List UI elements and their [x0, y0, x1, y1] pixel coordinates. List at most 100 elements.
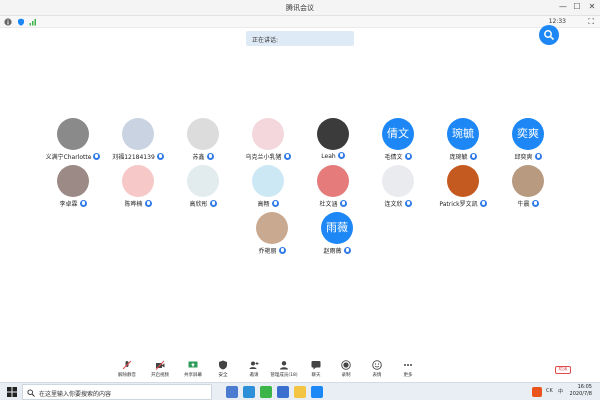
avatar [252, 118, 284, 150]
participant-tile[interactable]: 陈晔楠 [102, 165, 174, 209]
toolbar-mic-muted-button[interactable]: 解除静音 [112, 360, 142, 378]
participant-name-text: 乔艳丽 [258, 248, 277, 255]
participant-name: 乔艳丽 [236, 246, 308, 255]
shield-icon [219, 360, 227, 370]
search-icon [27, 389, 35, 397]
toolbar-label: 聊天 [311, 373, 321, 378]
taskbar-clock[interactable]: 16:05 2020/7/8 [570, 384, 592, 398]
mic-icon [339, 200, 347, 207]
avatar [512, 165, 544, 197]
participant-tile[interactable]: 李卓霖 [37, 165, 109, 209]
participant-tile[interactable]: 高欣彤 [167, 165, 239, 209]
toolbar-invite-button[interactable]: 邀请 [239, 360, 269, 378]
participant-tile[interactable]: 义满宁Charlotte [37, 118, 109, 162]
participant-name: 刘福12184139 [102, 152, 174, 161]
toolbar-label: 解除静音 [118, 373, 136, 378]
members-icon [280, 361, 288, 370]
minimize-button[interactable]: — [556, 2, 570, 11]
search-button[interactable] [539, 25, 559, 45]
participant-tile[interactable]: 高畅 [232, 165, 304, 209]
mic-icon [534, 153, 542, 160]
participant-name: 苏鑫 [167, 152, 239, 161]
participant-tile[interactable]: 琬毓 庞琬毓 [427, 118, 499, 162]
mic-icon [144, 200, 152, 207]
participant-tile[interactable]: 乔艳丽 [236, 212, 308, 256]
window-titlebar: 腾讯会议 — ☐ ✕ [0, 0, 600, 16]
app-icon[interactable] [277, 386, 289, 398]
mic-icon [156, 153, 164, 160]
avatar [256, 212, 288, 244]
toolbar-label: 管理成员(18) [270, 373, 298, 378]
close-button[interactable]: ✕ [585, 2, 599, 11]
toolbar-chat-button[interactable]: 聊天 [301, 360, 331, 378]
participant-name: 高欣彤 [167, 199, 239, 208]
participant-tile[interactable]: 乌克兰小乳猪 [232, 118, 304, 162]
meeting-info-bar: 12:33 ⛶ [0, 16, 600, 28]
toolbar-share-screen-button[interactable]: 共享屏幕 [178, 360, 208, 378]
participant-tile[interactable]: 连文欣 [362, 165, 434, 209]
tray-ime[interactable]: 中 [558, 388, 563, 395]
avatar: 琬毓 [447, 118, 479, 150]
participant-tile[interactable]: Patrick罗文凯 [427, 165, 499, 209]
participant-name: 庞琬毓 [427, 152, 499, 161]
file-explorer-icon[interactable] [294, 386, 306, 398]
toolbar-shield-button[interactable]: 安全 [208, 360, 238, 378]
participant-name: 连文欣 [362, 199, 434, 208]
participant-name-text: 李卓霖 [59, 201, 78, 208]
participant-name-text: Leah [321, 153, 336, 160]
edge-browser-icon[interactable] [243, 386, 255, 398]
info-icon[interactable] [4, 18, 12, 26]
windows-start-icon[interactable] [7, 387, 17, 397]
participant-tile[interactable]: 倩文 毛倩文 [362, 118, 434, 162]
toolbar-emoji-button[interactable]: 表情 [362, 360, 392, 378]
end-meeting-button[interactable]: 结束 [555, 366, 571, 374]
tencent-meeting-icon[interactable] [311, 386, 323, 398]
toolbar-video-off-button[interactable]: 开启视频 [145, 360, 175, 378]
toolbar-label: 安全 [218, 373, 228, 378]
windows-taskbar: 在这里输入你要搜索的内容 CK 中 16:05 2020/7/8 [0, 382, 600, 400]
avatar [57, 118, 89, 150]
shield-icon[interactable] [17, 18, 25, 26]
mic-icon [271, 200, 279, 207]
tray-lang[interactable]: CK [546, 388, 553, 394]
avatar [57, 165, 89, 197]
mic-icon [343, 247, 351, 254]
participant-tile[interactable]: Leah [297, 118, 369, 162]
tray-app-icon[interactable] [532, 387, 542, 397]
participant-tile[interactable]: 杜文涵 [297, 165, 369, 209]
participant-name-text: 邱奕爽 [514, 154, 533, 161]
mic-muted-icon [122, 360, 132, 370]
participant-name: 牛晨 [492, 199, 564, 208]
wechat-icon[interactable] [260, 386, 272, 398]
avatar [447, 165, 479, 197]
participant-name-text: 杜文涵 [319, 201, 338, 208]
taskbar-search[interactable]: 在这里输入你要搜索的内容 [22, 384, 212, 400]
participant-name: 乌克兰小乳猪 [232, 152, 304, 161]
maximize-button[interactable]: ☐ [570, 2, 584, 11]
toolbar-label: 更多 [403, 373, 413, 378]
participant-name: Leah [297, 152, 369, 160]
participant-name: Patrick罗文凯 [427, 199, 499, 208]
participant-name-text: 乌克兰小乳猪 [245, 154, 282, 161]
toolbar-members-button[interactable]: 管理成员(18) [269, 360, 299, 378]
participant-tile[interactable]: 奕爽 邱奕爽 [492, 118, 564, 162]
participant-tile[interactable]: 雨薇 赵雨薇 [301, 212, 373, 256]
participant-tile[interactable]: 牛晨 [492, 165, 564, 209]
avatar [252, 165, 284, 197]
participant-tile[interactable]: 刘福12184139 [102, 118, 174, 162]
window-title: 腾讯会议 [286, 4, 314, 12]
avatar: 倩文 [382, 118, 414, 150]
participant-tile[interactable]: 苏鑫 [167, 118, 239, 162]
participant-name-text: 毛倩文 [384, 154, 403, 161]
fullscreen-icon[interactable]: ⛶ [588, 17, 594, 27]
toolbar-record-button[interactable]: 录制 [331, 360, 361, 378]
clock-time: 16:05 [577, 384, 592, 390]
participant-name-text: 高欣彤 [189, 201, 208, 208]
toolbar-more-button[interactable]: 更多 [393, 360, 423, 378]
mic-icon [469, 153, 477, 160]
invite-icon [249, 361, 259, 369]
record-icon [341, 360, 351, 370]
participant-name-text: 陈晔楠 [124, 201, 143, 208]
taskbar-search-placeholder: 在这里输入你要搜索的内容 [39, 391, 112, 398]
task-view-icon[interactable] [226, 386, 238, 398]
